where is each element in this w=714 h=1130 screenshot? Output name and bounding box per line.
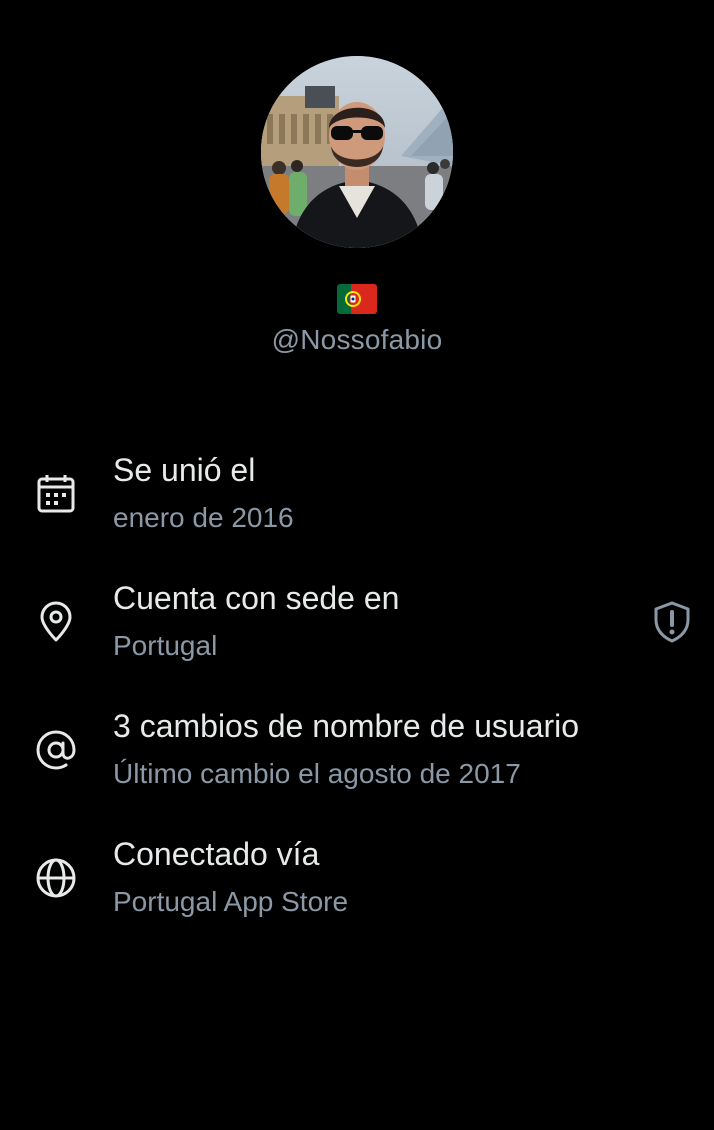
based-in-title: Cuenta con sede en (113, 580, 400, 616)
location-pin-icon (40, 601, 72, 642)
username-changes-title: 3 cambios de nombre de usuario (113, 708, 580, 744)
username-changes-value: Último cambio el agosto de 2017 (113, 758, 521, 789)
shield-alert-icon[interactable] (652, 600, 692, 644)
globe-icon (36, 858, 76, 898)
account-info-list: Se unió el enero de 2016 Cuenta con sede… (0, 450, 714, 962)
profile-handle[interactable]: @Nossofabio (272, 324, 443, 356)
info-row-based-in: Cuenta con sede en Portugal (0, 578, 714, 706)
calendar-icon (37, 475, 75, 513)
info-row-username-changes: 3 cambios de nombre de usuario Último ca… (0, 706, 714, 834)
info-row-joined: Se unió el enero de 2016 (0, 450, 714, 578)
info-row-connected-via: Conectado vía Portugal App Store (0, 834, 714, 962)
based-in-value: Portugal (113, 630, 218, 661)
connected-via-title: Conectado vía (113, 836, 320, 872)
connected-via-value: Portugal App Store (113, 886, 349, 917)
profile-header: @Nossofabio (0, 56, 714, 356)
avatar-photo (261, 56, 453, 248)
portugal-flag-icon (337, 284, 377, 314)
joined-value: enero de 2016 (113, 502, 294, 533)
at-sign-icon (36, 730, 76, 770)
joined-title: Se unió el (113, 452, 256, 488)
avatar[interactable] (261, 56, 453, 248)
